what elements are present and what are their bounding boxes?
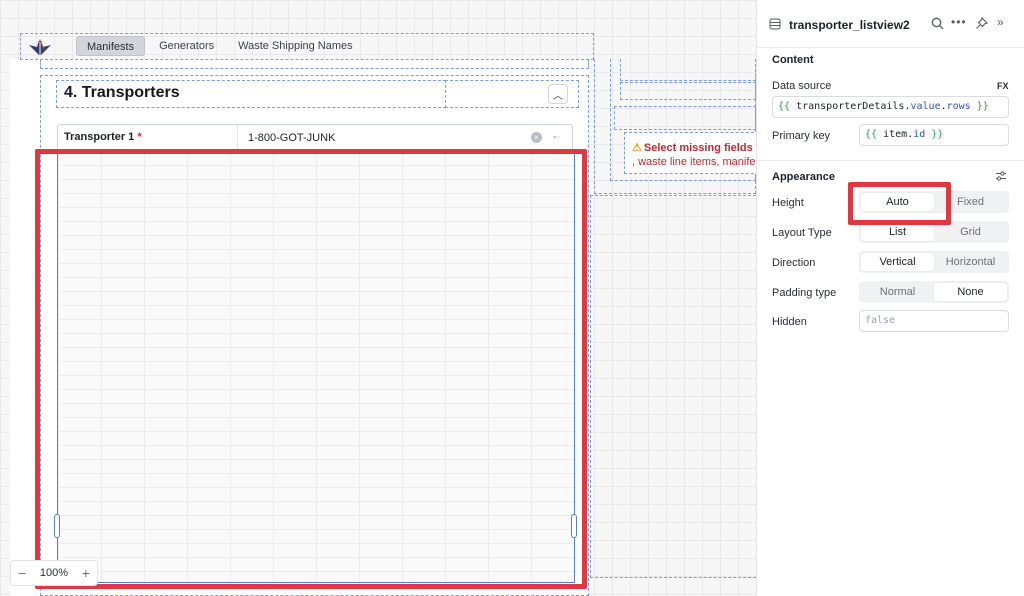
padding-type-label: Padding type (772, 287, 837, 299)
search-icon[interactable] (931, 17, 944, 30)
chevron-down-icon[interactable]: ⌄ (551, 130, 559, 141)
nav-tab-waste-shipping-names[interactable]: Waste Shipping Names (228, 36, 363, 56)
transporter-label-text: Transporter 1 (64, 131, 135, 143)
zoom-control: − 100% + (10, 560, 98, 586)
panel-header: transporter_listview2 ••• » (757, 0, 1024, 48)
layout-option-grid[interactable]: Grid (934, 223, 1007, 241)
highlight-box-listview (35, 149, 587, 589)
height-label: Height (772, 197, 804, 209)
layout-type-label: Layout Type (772, 227, 832, 239)
properties-panel: transporter_listview2 ••• » Content Data… (756, 0, 1024, 596)
warning-icon: ⚠ (632, 142, 642, 154)
padding-option-none[interactable]: None (934, 283, 1007, 301)
data-source-input[interactable]: {{ transporterDetails.value.rows }} (772, 96, 1009, 118)
hidden-input[interactable]: false (859, 310, 1009, 332)
layout-option-list[interactable]: List (861, 223, 934, 241)
hidden-label: Hidden (772, 316, 807, 328)
padding-type-toggle: Normal None (859, 281, 1009, 303)
content-section-title: Content (772, 54, 814, 66)
sliders-icon[interactable] (995, 170, 1007, 182)
code-prop-value: value (910, 101, 941, 112)
app-navbar: Manifests Generators Waste Shipping Name… (20, 33, 594, 59)
app-logo (29, 37, 51, 56)
zoom-level: 100% (39, 567, 69, 579)
direction-option-vertical[interactable]: Vertical (861, 253, 934, 271)
editor-canvas[interactable]: Manifests Generators Waste Shipping Name… (0, 0, 756, 596)
double-chevron-right-icon[interactable]: » (997, 15, 1004, 29)
panel-divider (757, 160, 1024, 161)
nav-tab-generators[interactable]: Generators (149, 36, 224, 56)
padding-option-normal[interactable]: Normal (861, 283, 934, 301)
pin-icon[interactable] (975, 17, 988, 30)
transporter-select-value: 1-800-GOT-JUNK (248, 132, 336, 144)
direction-option-horizontal[interactable]: Horizontal (934, 253, 1007, 271)
code-object: item (883, 129, 908, 140)
code-brace-close: }} (931, 129, 944, 140)
right-lower-outline (590, 195, 756, 578)
collapse-section-button[interactable]: ︿ (548, 84, 568, 104)
listview-icon (769, 18, 781, 30)
direction-toggle: Vertical Horizontal (859, 251, 1009, 273)
clear-icon[interactable]: × (531, 132, 542, 143)
data-source-label: Data source (772, 80, 832, 92)
right-row-outline-1 (620, 59, 756, 81)
code-prop-id: id (913, 129, 926, 140)
direction-label: Direction (772, 257, 816, 269)
chevron-up-icon: ︿ (553, 90, 563, 102)
code-brace-open: {{ (778, 101, 791, 112)
code-brace-close: }} (976, 101, 989, 112)
highlight-box-auto (848, 182, 951, 225)
section-title: 4. Transporters (64, 84, 180, 101)
primary-key-label: Primary key (772, 130, 831, 142)
code-object: transporterDetails (796, 101, 905, 112)
alert-message: ⚠ Select missing fields to (632, 141, 756, 154)
nav-tab-manifests[interactable]: Manifests (76, 36, 146, 56)
right-row-outline-3 (614, 106, 756, 130)
code-prop-rows: rows (946, 101, 971, 112)
right-row-outline-2 (620, 82, 756, 100)
zoom-out-button[interactable]: − (18, 565, 26, 581)
primary-key-input[interactable]: {{ item.id }} (859, 124, 1009, 146)
component-name[interactable]: transporter_listview2 (789, 18, 910, 32)
code-brace-open: {{ (865, 129, 878, 140)
alert-line-2: , waste line items, manifest (632, 156, 756, 168)
alert-line-1: Select missing fields to (643, 142, 756, 154)
zoom-in-button[interactable]: + (82, 565, 90, 581)
more-icon[interactable]: ••• (951, 15, 967, 29)
appearance-section-title: Appearance (772, 171, 835, 183)
container-outline-top (40, 59, 589, 69)
fx-toggle[interactable]: FX (997, 81, 1009, 91)
required-marker: * (137, 131, 142, 143)
transporter-label: Transporter 1 * (64, 131, 142, 143)
